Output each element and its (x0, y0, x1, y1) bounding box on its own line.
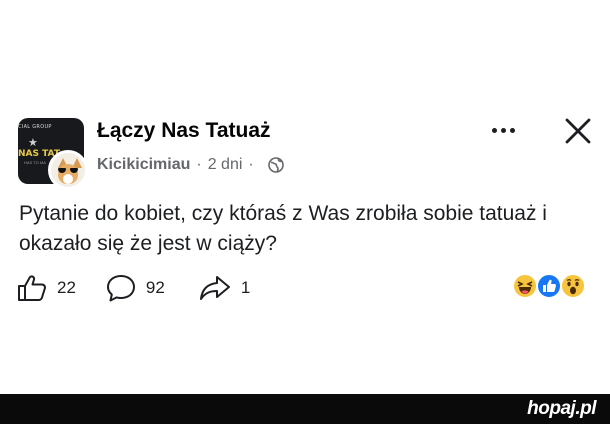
post-actions: 22 92 1 (17, 274, 250, 302)
comment-button[interactable]: 92 (106, 274, 165, 302)
globe-icon[interactable] (267, 157, 284, 173)
close-icon[interactable] (564, 117, 592, 145)
group-avatar-top-text: CIAL GROUP (18, 124, 52, 130)
post-meta: Kicikicimiau · 2 dni · (97, 156, 284, 174)
comment-count: 92 (145, 278, 165, 297)
wow-reaction-icon (560, 273, 586, 299)
share-button[interactable]: 1 (199, 274, 250, 302)
post-body-text: Pytanie do kobiet, czy któraś z Was zrob… (19, 202, 547, 255)
sunglasses (58, 168, 78, 173)
share-count: 1 (240, 278, 251, 297)
meta-separator: · (196, 156, 202, 173)
star-icon: ★ (28, 137, 38, 149)
post-timestamp[interactable]: 2 dni (208, 156, 243, 174)
thumbs-up-icon (18, 275, 46, 301)
share-arrow-icon (199, 276, 230, 300)
author-name-link[interactable]: Kicikicimiau (97, 156, 190, 174)
meta-separator-2: · (248, 156, 254, 173)
group-avatar-sub-text: HAS TO MA (24, 160, 46, 165)
haha-reaction-icon (512, 273, 538, 299)
dog-snout (63, 174, 73, 184)
like-count: 22 (57, 278, 76, 297)
like-reaction-icon (536, 273, 562, 299)
post-card: CIAL GROUP ★ NAS TAT HAS TO MA Łączy Nas… (0, 0, 610, 394)
comment-icon (106, 275, 135, 302)
reactions-summary[interactable] (512, 273, 592, 301)
more-options-icon[interactable] (492, 124, 524, 136)
brand-logo[interactable]: hopaj.pl (527, 398, 596, 420)
like-button[interactable]: 22 (17, 274, 76, 302)
group-name-link[interactable]: Łączy Nas Tatuaż (97, 119, 271, 143)
user-avatar[interactable] (48, 150, 88, 190)
footer-bar: hopaj.pl (0, 394, 610, 424)
